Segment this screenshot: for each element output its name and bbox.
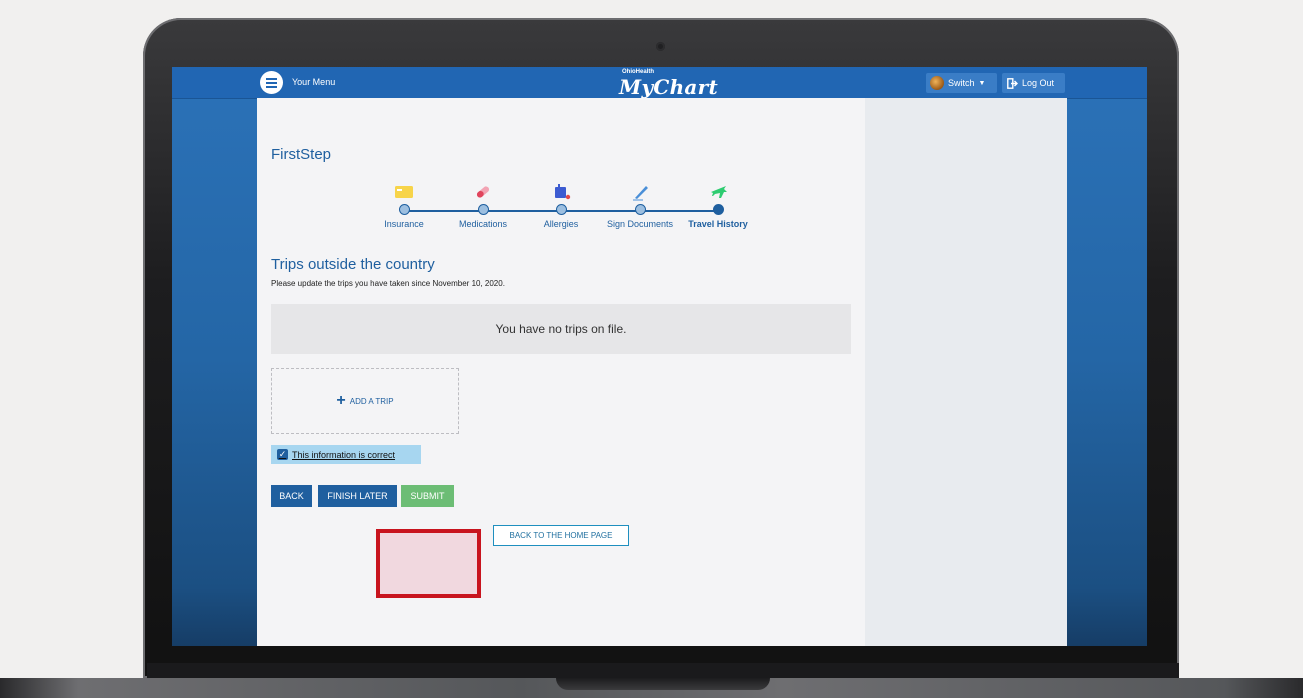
switch-label: Switch xyxy=(948,78,975,88)
caret-down-icon: ▼ xyxy=(978,79,986,87)
step-label-allergies[interactable]: Allergies xyxy=(521,219,601,229)
confirm-label: This information is correct xyxy=(292,449,396,460)
airplane-icon xyxy=(711,186,727,198)
step-dot-allergies[interactable] xyxy=(556,204,567,215)
add-trip-label: ADD A TRIP xyxy=(349,396,394,406)
hamburger-icon-line xyxy=(266,86,277,88)
pen-icon xyxy=(633,186,648,201)
step-progress: Insurance Medications Allergies Sign Doc… xyxy=(257,98,865,258)
empty-trips-message: You have no trips on file. xyxy=(271,304,851,354)
main-content: FirstStep Insurance Medications Allergie… xyxy=(257,98,865,646)
pill-icon xyxy=(476,186,490,198)
submit-highlight-box xyxy=(376,529,481,598)
laptop-hinge xyxy=(147,663,1179,678)
webcam xyxy=(656,42,665,51)
step-label-insurance[interactable]: Insurance xyxy=(364,219,444,229)
logout-icon xyxy=(1007,77,1018,89)
step-dot-travel-history[interactable] xyxy=(713,204,724,215)
finish-later-button[interactable]: FINISH LATER xyxy=(318,485,397,507)
screen: Your Menu OhioHealth MyChart Switch ▼ Lo… xyxy=(172,67,1147,646)
step-dot-sign-documents[interactable] xyxy=(635,204,646,215)
menu-button[interactable] xyxy=(260,71,283,94)
side-panel xyxy=(865,98,1067,646)
step-dot-insurance[interactable] xyxy=(399,204,410,215)
switch-button[interactable]: Switch ▼ xyxy=(926,73,997,93)
step-label-sign-documents[interactable]: Sign Documents xyxy=(600,219,680,229)
checkmark-icon: ✓ xyxy=(277,449,288,460)
confirm-checkbox[interactable]: ✓ This information is correct xyxy=(271,445,421,464)
hamburger-icon xyxy=(266,78,277,80)
section-title: Trips outside the country xyxy=(271,256,435,273)
top-bar: Your Menu OhioHealth MyChart Switch ▼ Lo… xyxy=(172,67,1147,99)
laptop-notch xyxy=(556,678,770,690)
logout-button[interactable]: Log Out xyxy=(1002,73,1065,93)
step-label-travel-history[interactable]: Travel History xyxy=(678,219,758,229)
hamburger-icon-line xyxy=(266,82,277,84)
section-subtitle: Please update the trips you have taken s… xyxy=(271,279,505,288)
brand-logo[interactable]: MyChart xyxy=(619,75,718,99)
insurance-card-icon xyxy=(395,186,413,198)
back-button[interactable]: BACK xyxy=(271,485,312,507)
step-dot-medications[interactable] xyxy=(478,204,489,215)
logout-label: Log Out xyxy=(1022,78,1055,88)
allergy-icon xyxy=(555,184,571,200)
menu-label[interactable]: Your Menu xyxy=(292,77,335,87)
back-to-home-button[interactable]: BACK TO THE HOME PAGE xyxy=(493,525,629,546)
submit-button[interactable]: SUBMIT xyxy=(401,485,454,507)
add-trip-button[interactable]: + ADD A TRIP xyxy=(271,368,459,434)
empty-trips-text: You have no trips on file. xyxy=(495,322,627,336)
step-label-medications[interactable]: Medications xyxy=(443,219,523,229)
avatar xyxy=(930,76,944,90)
plus-icon: + xyxy=(336,392,346,409)
